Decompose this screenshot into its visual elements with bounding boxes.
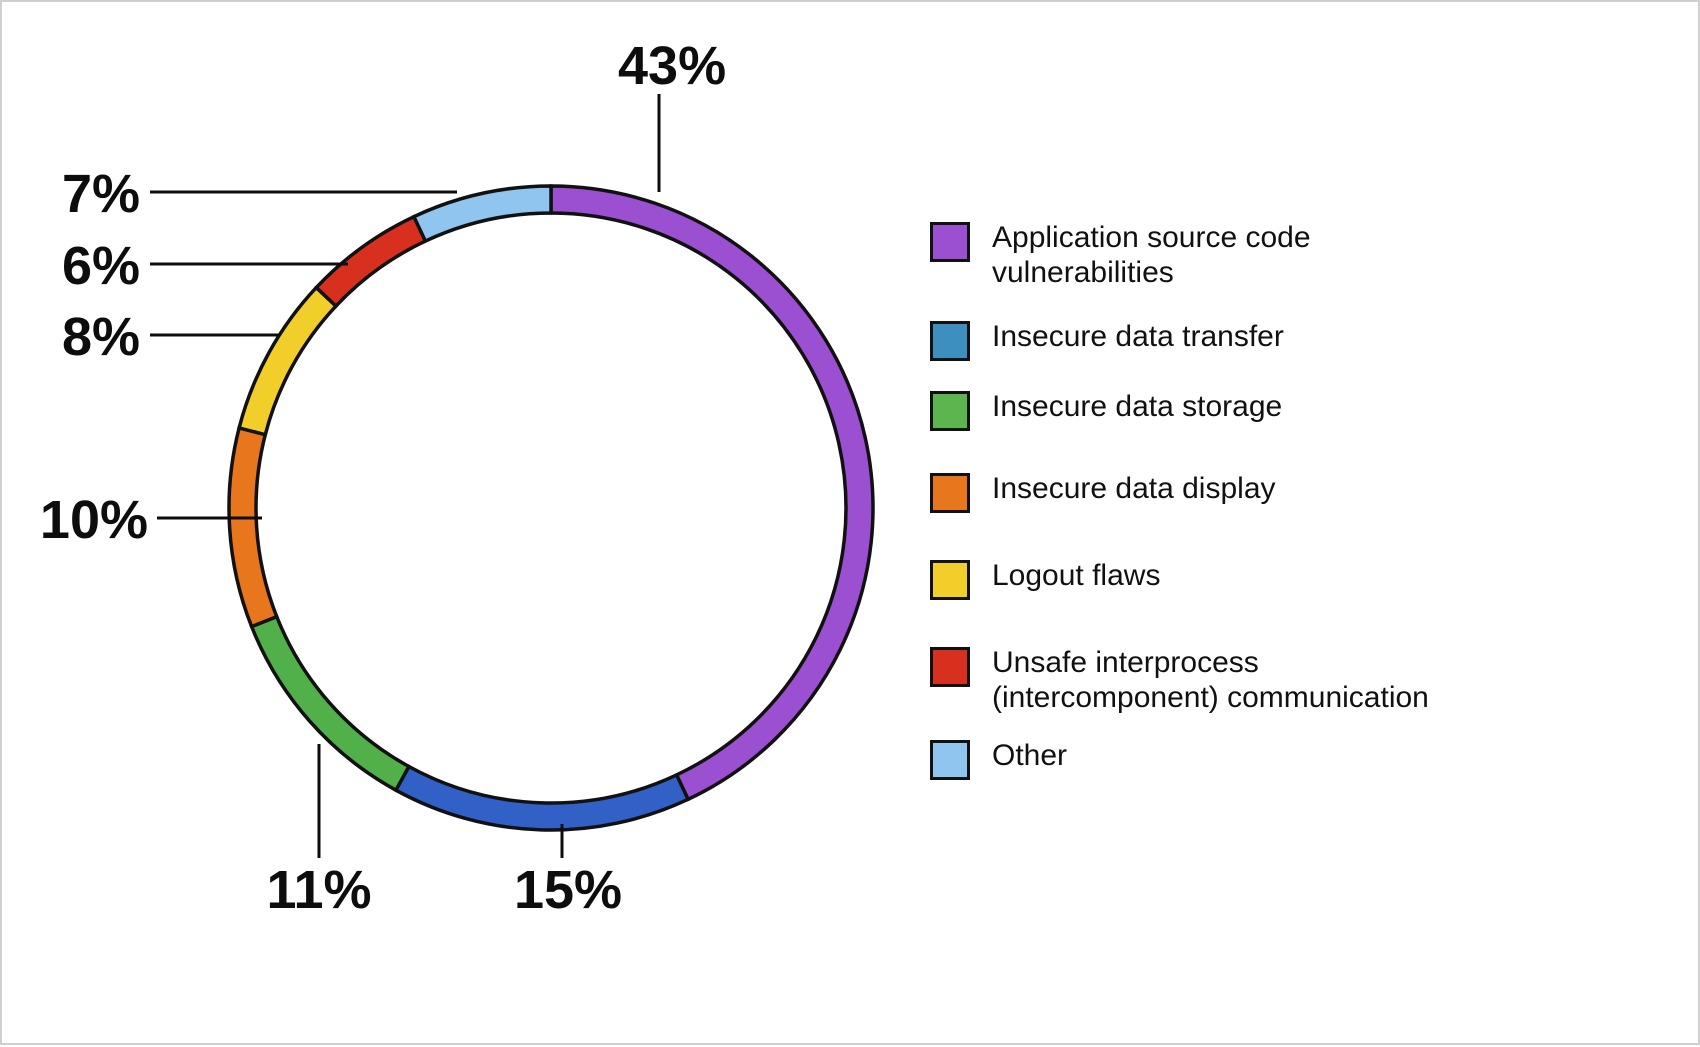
callout-6: 6%: [62, 236, 140, 296]
legend-item-logout-flaws[interactable]: Logout flaws: [930, 558, 1490, 600]
callout-7: 7%: [62, 164, 140, 224]
slice-unsafe-interprocess-communication[interactable]: [313, 214, 428, 309]
legend-item-label: Insecure data display: [992, 471, 1276, 505]
slice-application-source-code-vulnerabilities[interactable]: [549, 184, 875, 802]
legend-item-unsafe-interprocess-communication[interactable]: Unsafe interprocess (intercomponent) com…: [930, 645, 1490, 716]
legend-swatch-icon: [930, 390, 970, 431]
legend-item-label: Logout flaws: [992, 558, 1161, 592]
legend-swatch-icon: [930, 472, 970, 513]
legend-item-label: Insecure data storage: [992, 389, 1283, 423]
callout-8: 8%: [62, 307, 140, 367]
legend-item-insecure-data-transfer[interactable]: Insecure data transfer: [930, 319, 1490, 361]
donut-segments: [227, 184, 875, 832]
legend-item-label: Insecure data transfer: [992, 319, 1284, 353]
chart-page: 43% 7% 6% 8% 10% 11% 15% Application sou…: [0, 0, 1700, 1045]
callout-11: 11%: [266, 860, 371, 920]
legend-item-application-source-code-vulnerabilities[interactable]: Application source code vulnerabilities: [930, 220, 1490, 291]
legend-item-insecure-data-storage[interactable]: Insecure data storage: [930, 389, 1490, 431]
slice-logout-flaws[interactable]: [236, 285, 339, 437]
legend-swatch-icon: [930, 222, 970, 262]
chart-legend: Application source code vulnerabilities …: [930, 220, 1490, 780]
callout-15: 15%: [514, 860, 622, 920]
slice-insecure-data-storage[interactable]: [249, 614, 412, 793]
legend-swatch-icon: [930, 646, 970, 687]
callout-labels: 43% 7% 6% 8% 10% 11% 15%: [40, 36, 726, 920]
callout-10: 10%: [40, 490, 148, 550]
legend-item-insecure-data-display[interactable]: Insecure data display: [930, 471, 1490, 513]
legend-item-other[interactable]: Other: [930, 738, 1490, 780]
legend-swatch-icon: [930, 739, 970, 780]
callout-43: 43%: [618, 36, 726, 96]
legend-swatch-icon: [930, 559, 970, 600]
legend-swatch-icon: [930, 320, 970, 361]
slice-insecure-data-display[interactable]: [227, 425, 279, 629]
legend-item-label: Application source code vulnerabilities: [992, 221, 1311, 290]
legend-item-label: Unsafe interprocess (intercomponent) com…: [992, 645, 1429, 715]
slice-insecure-data-transfer[interactable]: [393, 764, 691, 832]
slice-other[interactable]: [411, 184, 553, 244]
legend-item-label: Other: [992, 738, 1068, 772]
